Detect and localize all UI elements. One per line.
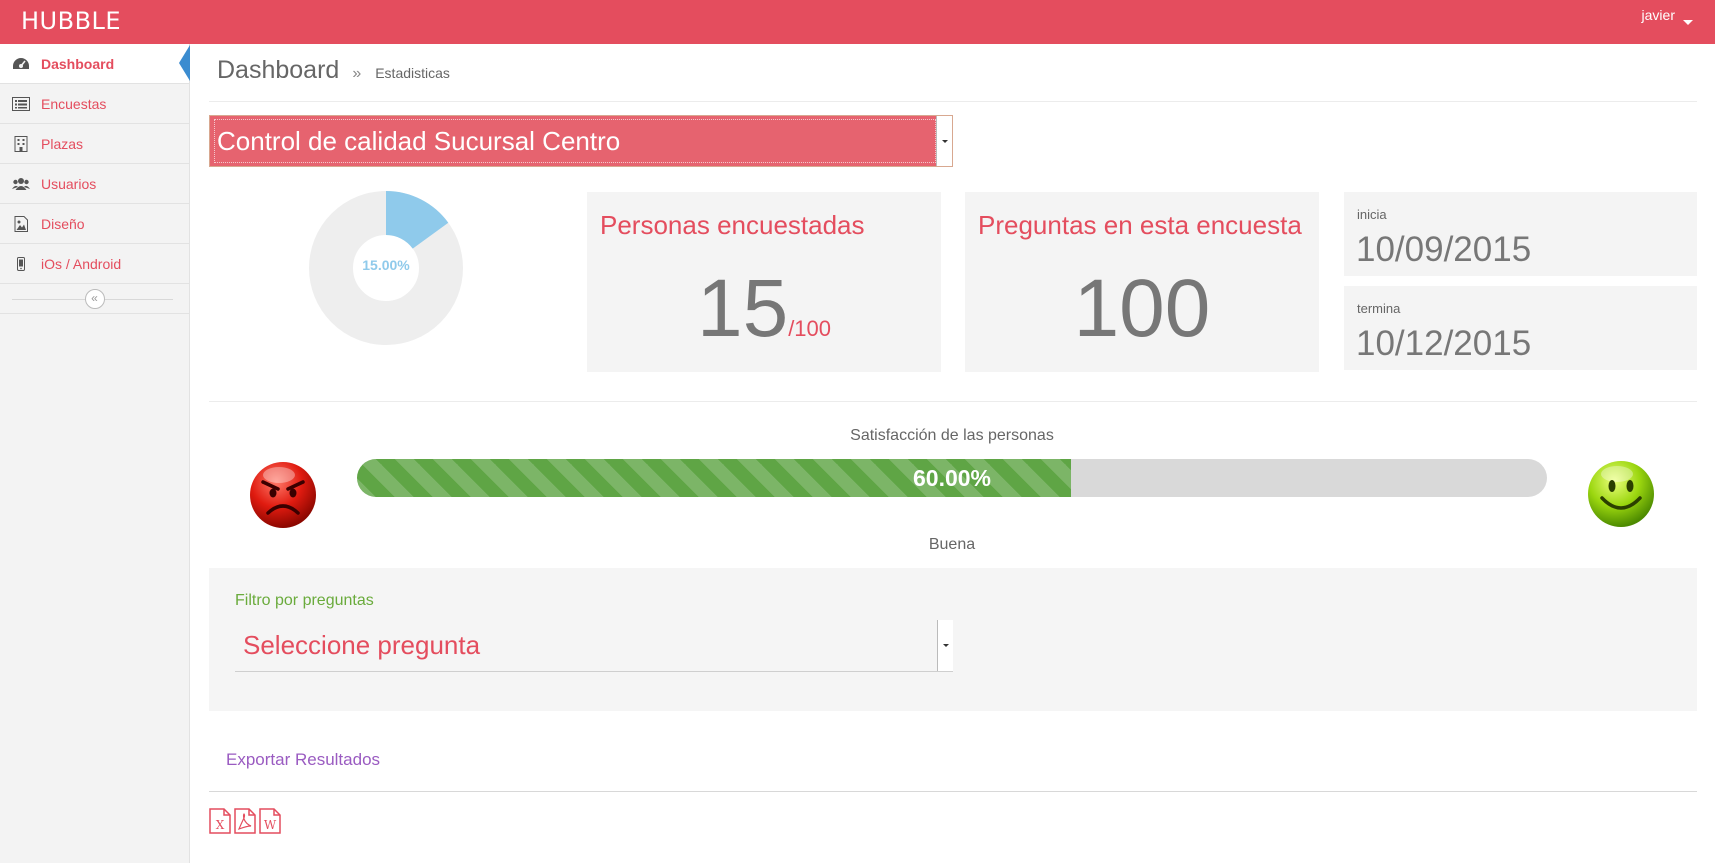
breadcrumb-separator: »: [352, 65, 362, 82]
svg-text:X: X: [216, 818, 225, 832]
top-navbar: HUBBLE javier: [0, 0, 1715, 44]
excel-icon[interactable]: X: [209, 808, 231, 839]
end-date-card: termina 10/12/2015: [1344, 286, 1697, 370]
sidebar-item-label: Dashboard: [41, 55, 115, 72]
breadcrumb-current[interactable]: Estadisticas: [375, 65, 450, 81]
sidebar-collapse-row: «: [0, 284, 189, 314]
sidebar-item-plazas[interactable]: Plazas: [0, 124, 189, 164]
surveyed-people-title: Personas encuestadas: [600, 210, 865, 240]
sidebar-item-label: Plazas: [41, 135, 84, 152]
donut-slice: [384, 191, 449, 250]
surveyed-people-card: Personas encuestadas 15/100: [587, 192, 941, 372]
collapse-sidebar-icon[interactable]: «: [84, 288, 105, 309]
sidebar: Dashboard Encuestas Plazas Usuarios Dise…: [0, 44, 190, 863]
caret-down-icon: [1683, 20, 1693, 25]
dropdown-arrow-icon[interactable]: [936, 116, 952, 166]
breadcrumb: Dashboard » Estadisticas: [217, 56, 450, 85]
survey-select-value: Control de calidad Sucursal Centro: [217, 125, 621, 156]
satisfaction-title: Satisfacción de las personas: [850, 427, 1054, 444]
dropdown-arrow-icon[interactable]: [937, 620, 953, 671]
divider: [209, 101, 1697, 102]
start-date-value: 10/09/2015: [1356, 230, 1532, 269]
completion-percent-label: 15.00%: [362, 257, 410, 273]
pdf-icon[interactable]: [234, 808, 256, 839]
satisfaction-percent: 60.00%: [912, 465, 991, 491]
sidebar-item-encuestas[interactable]: Encuestas: [0, 84, 189, 124]
sidebar-item-diseno[interactable]: Diseño: [0, 204, 189, 244]
satisfaction-progress-bar: 60.00%: [357, 459, 1547, 497]
question-select[interactable]: Seleccione pregunta: [235, 620, 953, 672]
image-icon: [12, 215, 30, 232]
page-title: Dashboard: [217, 56, 340, 84]
surveyed-total: /100: [788, 316, 832, 341]
sidebar-item-label: iOs / Android: [41, 255, 122, 272]
dashboard-icon: [12, 56, 30, 72]
sidebar-item-label: Encuestas: [41, 95, 107, 112]
list-icon: [12, 96, 30, 112]
divider: [209, 791, 1697, 792]
sidebar-item-label: Usuarios: [41, 175, 97, 192]
question-filter-panel: Filtro por preguntas Seleccione pregunta: [209, 568, 1697, 711]
end-date-label: termina: [1357, 301, 1401, 316]
sidebar-item-ios-android[interactable]: iOs / Android: [0, 244, 189, 284]
questions-title: Preguntas en esta encuesta: [978, 210, 1302, 240]
sidebar-item-label: Diseño: [41, 215, 85, 232]
question-select-placeholder: Seleccione pregunta: [243, 630, 481, 660]
end-date-value: 10/12/2015: [1356, 324, 1532, 363]
sidebar-item-usuarios[interactable]: Usuarios: [0, 164, 189, 204]
svg-text:W: W: [264, 818, 277, 832]
divider: [209, 401, 1697, 402]
sad-face-icon: [250, 462, 316, 528]
users-icon: [12, 176, 30, 192]
user-name: javier: [1641, 7, 1675, 23]
mobile-icon: [12, 256, 30, 272]
brand-logo[interactable]: HUBBLE: [21, 7, 121, 35]
questions-count: 100: [1073, 263, 1211, 354]
questions-card: Preguntas en esta encuesta 100: [965, 192, 1319, 372]
survey-select[interactable]: Control de calidad Sucursal Centro: [209, 115, 953, 167]
question-filter-label: Filtro por preguntas: [235, 592, 374, 609]
building-icon: [12, 135, 30, 152]
questions-value: 100: [965, 262, 1319, 356]
word-icon[interactable]: W: [259, 808, 281, 839]
export-results-link[interactable]: Exportar Resultados: [226, 750, 380, 770]
surveyed-people-value: 15/100: [587, 262, 941, 356]
surveyed-count: 15: [696, 263, 789, 354]
happy-face-icon: [1588, 461, 1654, 527]
user-menu[interactable]: javier: [1642, 7, 1693, 25]
satisfaction-level: Buena: [928, 536, 976, 553]
export-format-icons: X W: [209, 808, 281, 839]
start-date-card: inicia 10/09/2015: [1344, 192, 1697, 276]
start-date-label: inicia: [1357, 207, 1387, 222]
sidebar-item-dashboard[interactable]: Dashboard: [0, 44, 190, 84]
